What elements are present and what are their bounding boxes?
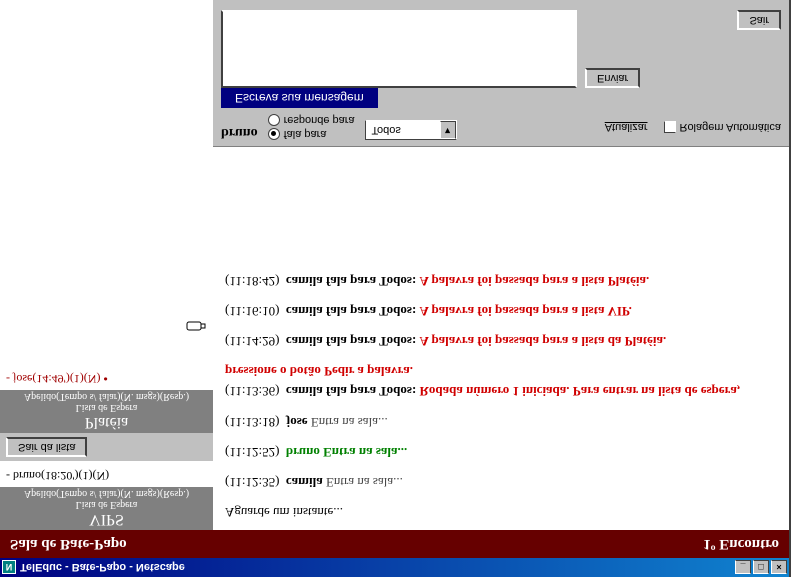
room-subtitle: 1º Encontro <box>703 536 779 553</box>
autoscroll-checkbox[interactable]: Rolagem Automática <box>664 121 782 133</box>
list-item[interactable]: - jose(14:49')(1)(N) • <box>6 371 207 386</box>
plateia-header: Platéia Lista de Espera Apelido(Tempo s/… <box>0 390 213 433</box>
compose-user: bruno <box>221 124 258 140</box>
chat-line: (11:14:29) camila fala para Todos: A pal… <box>225 331 777 351</box>
window-titlebar: N TelEduc - Bate-Papo - Netscape _ □ × <box>0 558 789 577</box>
content-area: Aguarde um instante... (11:12:35) camila… <box>213 0 789 530</box>
radio-fala-para[interactable]: fala para <box>268 128 355 140</box>
chat-line: (11:12:52) bruno Entra na sala... <box>225 442 777 462</box>
list-item[interactable]: - bruno(18:20')(1)(N) <box>6 468 207 483</box>
chat-line: (11:13:18) jose Entra na sala... <box>225 411 777 431</box>
send-button[interactable]: Enviar <box>585 68 640 88</box>
target-select[interactable]: Todos ▼ <box>365 120 457 140</box>
plateia-list: - jose(14:49')(1)(N) • <box>0 0 213 390</box>
window-title: TelEduc - Bate-Papo - Netscape <box>20 562 185 574</box>
room-title: Sala de Bate-Papo <box>10 536 127 553</box>
chat-line: (11:18:42) camila fala para Todos: A pal… <box>225 271 777 291</box>
refresh-link[interactable]: Atualizar <box>605 121 648 133</box>
compose-label: Escreva sua mensagem <box>221 88 378 108</box>
target-select-value: Todos <box>366 124 440 136</box>
vips-actions: Sair da lista <box>0 433 213 461</box>
chevron-down-icon: ▼ <box>440 121 456 139</box>
mode-radio-group: fala para responde para <box>268 114 355 140</box>
radio-icon <box>268 114 280 126</box>
radio-responde-para[interactable]: responde para <box>268 114 355 126</box>
chat-line: (11:16:10) camila fala para Todos: A pal… <box>225 301 777 321</box>
close-button[interactable]: × <box>771 561 787 575</box>
chat-log: Aguarde um instante... (11:12:35) camila… <box>213 147 789 530</box>
vips-sub2: Apelido(Tempo s/ falar)(N. msgs)(Resp.) <box>0 488 213 499</box>
vips-sub1: Lista de Espera <box>0 499 213 510</box>
radio-icon <box>268 128 280 140</box>
app-icon: N <box>2 561 16 575</box>
chat-line: (11:12:35) camila Entra na sala... <box>225 472 777 492</box>
leave-list-button[interactable]: Sair da lista <box>6 437 87 457</box>
exit-button[interactable]: Sair <box>737 10 781 30</box>
room-header: Sala de Bate-Papo 1º Encontro <box>0 530 789 558</box>
compose-controls: bruno fala para responde para Todos <box>221 114 781 140</box>
checkbox-icon <box>664 121 676 133</box>
vips-title: VIPS <box>0 510 213 528</box>
vips-list: - bruno(18:20')(1)(N) <box>0 461 213 487</box>
minimize-button[interactable]: _ <box>735 561 751 575</box>
vips-header: VIPS Lista de Espera Apelido(Tempo s/ fa… <box>0 487 213 530</box>
sidebar: VIPS Lista de Espera Apelido(Tempo s/ fa… <box>0 0 213 530</box>
plateia-sub1: Lista de Espera <box>0 402 213 413</box>
compose-panel: bruno fala para responde para Todos <box>213 0 789 147</box>
chat-line: (11:13:36) camila fala para Todos: Rodad… <box>225 361 777 401</box>
main-area: VIPS Lista de Espera Apelido(Tempo s/ fa… <box>0 0 789 530</box>
maximize-button[interactable]: □ <box>753 561 769 575</box>
chat-wait: Aguarde um instante... <box>225 502 777 522</box>
plateia-title: Platéia <box>0 413 213 431</box>
plateia-sub2: Apelido(Tempo s/ falar)(N. msgs)(Resp.) <box>0 391 213 402</box>
message-input[interactable] <box>221 10 577 88</box>
